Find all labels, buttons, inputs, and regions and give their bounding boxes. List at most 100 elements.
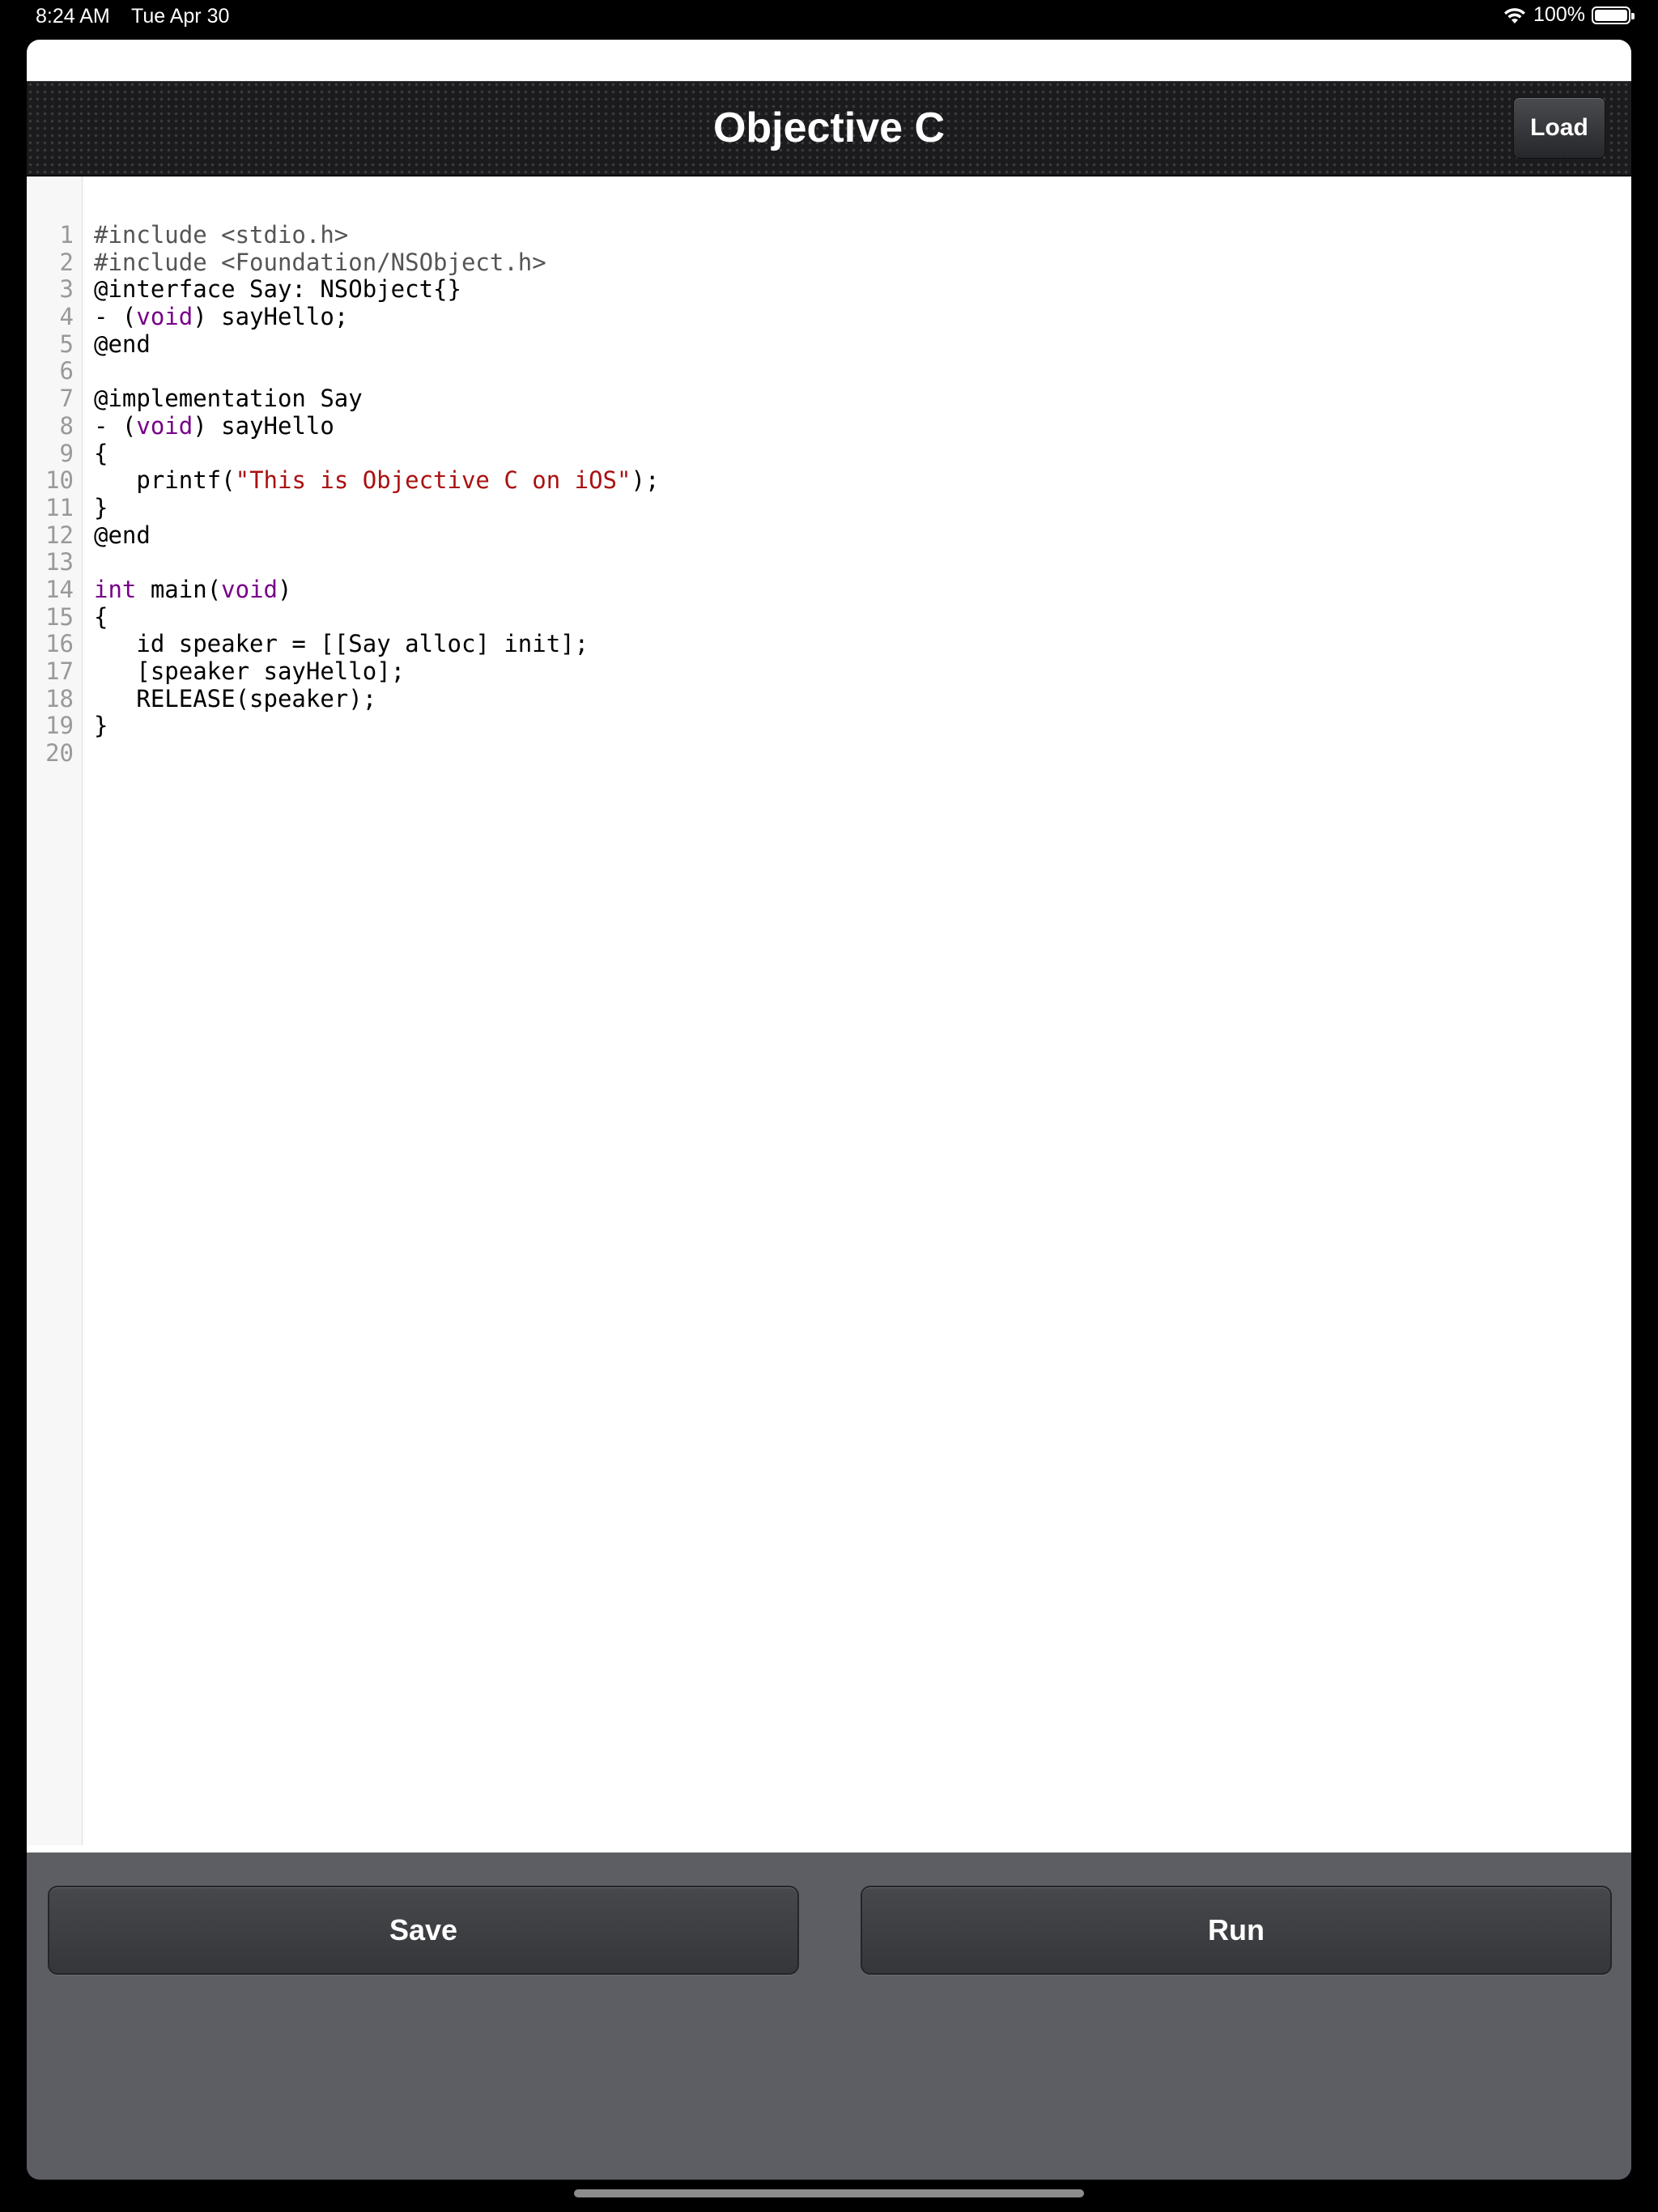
code-token: #include <Foundation/NSObject.h> [94, 248, 546, 276]
code-token: - ( [94, 303, 137, 331]
code-line[interactable]: 7 @implementation Say [27, 385, 1631, 413]
line-text: RELEASE(speaker); [94, 684, 377, 713]
code-line[interactable]: 18 RELEASE(speaker); [27, 684, 1631, 713]
code-line[interactable]: 17 [speaker sayHello]; [27, 657, 1631, 686]
wifi-icon [1503, 6, 1527, 25]
code-token: @implementation Say [94, 385, 363, 413]
line-text: { [94, 602, 108, 632]
code-line[interactable]: 16 id speaker = [[Say alloc] init]; [27, 630, 1631, 658]
code-token: void [221, 575, 278, 603]
line-number: 13 [45, 548, 74, 576]
code-token: void [136, 303, 193, 331]
status-indicators: 100% [1503, 3, 1635, 27]
line-number: 11 [45, 493, 74, 521]
code-token: ); [631, 466, 660, 495]
code-token: ) sayHello; [193, 303, 349, 331]
code-line[interactable]: 20 [27, 739, 1631, 768]
status-date: Tue Apr 30 [131, 5, 230, 28]
line-number: 2 [59, 248, 74, 276]
line-text: #include <stdio.h> [94, 221, 349, 249]
code-line[interactable]: 13 [27, 549, 1631, 576]
save-button[interactable]: Save [48, 1886, 799, 1975]
code-token: #include <stdio.h> [94, 221, 349, 249]
code-token: { [94, 439, 108, 467]
code-token: RELEASE(speaker); [94, 684, 377, 713]
code-editor[interactable]: 1 #include <stdio.h> 2 #include <Foundation… [27, 177, 1631, 1853]
line-number: 12 [45, 521, 74, 549]
code-token: } [94, 493, 108, 521]
line-number: 19 [45, 712, 74, 740]
line-number: 8 [59, 411, 74, 440]
code-token: ) [278, 575, 292, 603]
code-token: printf( [94, 466, 236, 495]
line-text: @end [94, 521, 151, 550]
code-line[interactable]: 9{ [27, 440, 1631, 468]
code-token: "This is Objective C on iOS" [235, 466, 631, 495]
top-spacer [27, 40, 1631, 81]
status-bar: 8:24 AM Tue Apr 30 100% [0, 0, 1658, 36]
code-token: - ( [94, 411, 137, 440]
line-number: 4 [59, 303, 74, 331]
code-line[interactable]: 10 printf("This is Objective C on iOS"); [27, 466, 1631, 495]
code-line[interactable]: 12 @end [27, 521, 1631, 550]
code-line[interactable]: 11} [27, 493, 1631, 522]
page-title: Objective C [712, 104, 946, 151]
line-text: } [94, 713, 108, 740]
line-text: @end [94, 330, 151, 359]
code-line[interactable]: 6 [27, 358, 1631, 385]
line-number: 10 [45, 466, 74, 495]
line-text: - (void) sayHello [94, 411, 334, 440]
code-line[interactable]: 2 #include <Foundation/NSObject.h> [27, 249, 1631, 277]
code-token: { [94, 602, 108, 631]
load-button[interactable]: Load [1513, 97, 1605, 159]
code-line[interactable]: 19} [27, 713, 1631, 740]
bottom-toolbar: Save Run [27, 1853, 1631, 2180]
code-token: id speaker = [[Say alloc] init]; [94, 630, 589, 658]
code-line[interactable]: 4 - (void) sayHello; [27, 303, 1631, 331]
line-number: 15 [45, 602, 74, 631]
code-line[interactable]: 1 #include <stdio.h> [27, 221, 1631, 249]
code-token: @end [94, 521, 151, 549]
run-button[interactable]: Run [861, 1886, 1612, 1975]
line-text: #include <Foundation/NSObject.h> [94, 249, 546, 277]
line-text: @implementation Say [94, 385, 363, 413]
code-line[interactable]: 14 int main(void) [27, 576, 1631, 604]
line-number: 3 [59, 275, 74, 304]
code-lines[interactable]: 1 #include <stdio.h> 2 #include <Foundation… [27, 221, 1631, 768]
code-line[interactable]: 15 { [27, 602, 1631, 632]
battery-icon [1592, 6, 1635, 24]
code-token: int [94, 575, 137, 603]
line-text: int main(void) [94, 576, 291, 604]
line-text: printf("This is Objective C on iOS"); [94, 466, 660, 495]
line-text: - (void) sayHello; [94, 303, 349, 331]
code-token: @interface Say: NSObject{} [94, 275, 461, 304]
nav-bar: Objective C Load [27, 81, 1631, 177]
code-token: } [94, 712, 108, 740]
line-number: 1 [59, 221, 74, 249]
status-time: 8:24 AM [36, 5, 110, 28]
code-line[interactable]: 5 @end [27, 330, 1631, 359]
line-text: } [94, 493, 108, 522]
code-token: @end [94, 330, 151, 358]
line-text: id speaker = [[Say alloc] init]; [94, 630, 589, 658]
code-token: [speaker sayHello]; [94, 657, 406, 685]
line-text: { [94, 440, 108, 468]
battery-level [1595, 9, 1627, 21]
code-line[interactable]: 3 @interface Say: NSObject{} [27, 276, 1631, 304]
code-line[interactable]: 8 - (void) sayHello [27, 411, 1631, 440]
line-number: 5 [59, 330, 74, 358]
code-token: void [136, 411, 193, 440]
line-number: 7 [59, 385, 74, 413]
line-number: 16 [45, 630, 74, 658]
line-number: 9 [59, 439, 74, 467]
home-indicator[interactable] [574, 2189, 1084, 2197]
app-window: Objective C Load 1 #include <stdio.h> 2 #in… [27, 40, 1631, 2180]
line-number: 18 [45, 684, 74, 713]
line-number: 14 [45, 575, 74, 603]
code-token: main( [136, 575, 222, 603]
line-text: @interface Say: NSObject{} [94, 276, 461, 304]
line-number: 6 [59, 357, 74, 385]
line-text: [speaker sayHello]; [94, 657, 406, 686]
battery-percent: 100% [1533, 3, 1585, 26]
line-number: 17 [45, 657, 74, 685]
